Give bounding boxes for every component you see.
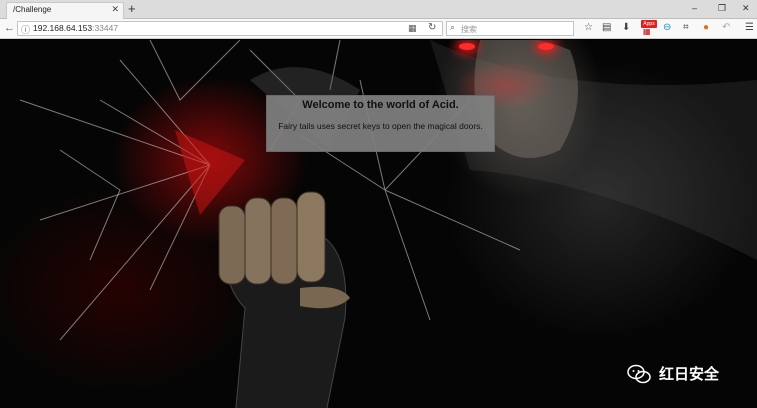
url-text[interactable]: 192.168.64.153:33447 <box>33 23 118 33</box>
welcome-message: Fairy tails uses secret keys to open the… <box>278 121 483 131</box>
reload-icon[interactable]: ↻ <box>428 22 436 33</box>
download-icon[interactable]: ⬇ <box>622 22 630 33</box>
tab-title: /Challenge <box>13 5 52 14</box>
back-arrow-icon[interactable]: ← <box>4 22 15 34</box>
navigation-bar: ← ⓘ 192.168.64.153:33447 ▦ ↻ ⌕ 搜索 ☆ ▤ ⬇ … <box>0 19 757 39</box>
bookmark-star-icon[interactable]: ☆ <box>584 22 593 33</box>
tab-strip: /Challenge ✕ + – ❐ ✕ <box>0 0 757 19</box>
apps-grid-icon[interactable]: ▦ <box>643 27 651 36</box>
reader-mode-icon[interactable]: ▦ <box>408 23 417 34</box>
close-window-button[interactable]: ✕ <box>742 3 750 14</box>
menu-icon[interactable]: ☰ <box>745 22 754 33</box>
minimize-button[interactable]: – <box>692 3 697 13</box>
watermark-text: 红日安全 <box>659 365 720 383</box>
welcome-dialog: Welcome to the world of Acid. Fairy tail… <box>266 95 495 152</box>
skull-left-eye <box>459 43 475 50</box>
info-icon[interactable]: ⓘ <box>21 23 30 36</box>
search-input[interactable]: ⌕ 搜索 <box>446 21 574 36</box>
url-host: 192.168.64.153 <box>33 23 93 33</box>
search-icon: ⌕ <box>450 22 456 32</box>
url-port: :33447 <box>92 23 119 33</box>
welcome-title: Welcome to the world of Acid. <box>302 99 459 111</box>
raised-fist-image <box>218 191 350 408</box>
crop-icon[interactable]: ⌗ <box>683 22 689 33</box>
clipboard-icon[interactable]: ▤ <box>602 22 611 33</box>
wechat-icon <box>627 364 651 384</box>
address-bar[interactable]: ⓘ 192.168.64.153:33447 ▦ ↻ <box>17 21 443 36</box>
undo-icon[interactable]: ↶ <box>722 22 730 33</box>
firefox-icon[interactable]: ● <box>703 22 709 33</box>
skull-right-eye <box>538 43 554 50</box>
maximize-button[interactable]: ❐ <box>718 3 726 14</box>
tab-close-icon[interactable]: ✕ <box>111 4 119 15</box>
sync-icon[interactable]: ⊖ <box>663 22 671 33</box>
tab-challenge[interactable]: /Challenge ✕ <box>6 2 124 19</box>
new-tab-button[interactable]: + <box>128 1 136 16</box>
search-placeholder: 搜索 <box>461 25 477 34</box>
page-background: Welcome to the world of Acid. Fairy tail… <box>0 40 757 408</box>
